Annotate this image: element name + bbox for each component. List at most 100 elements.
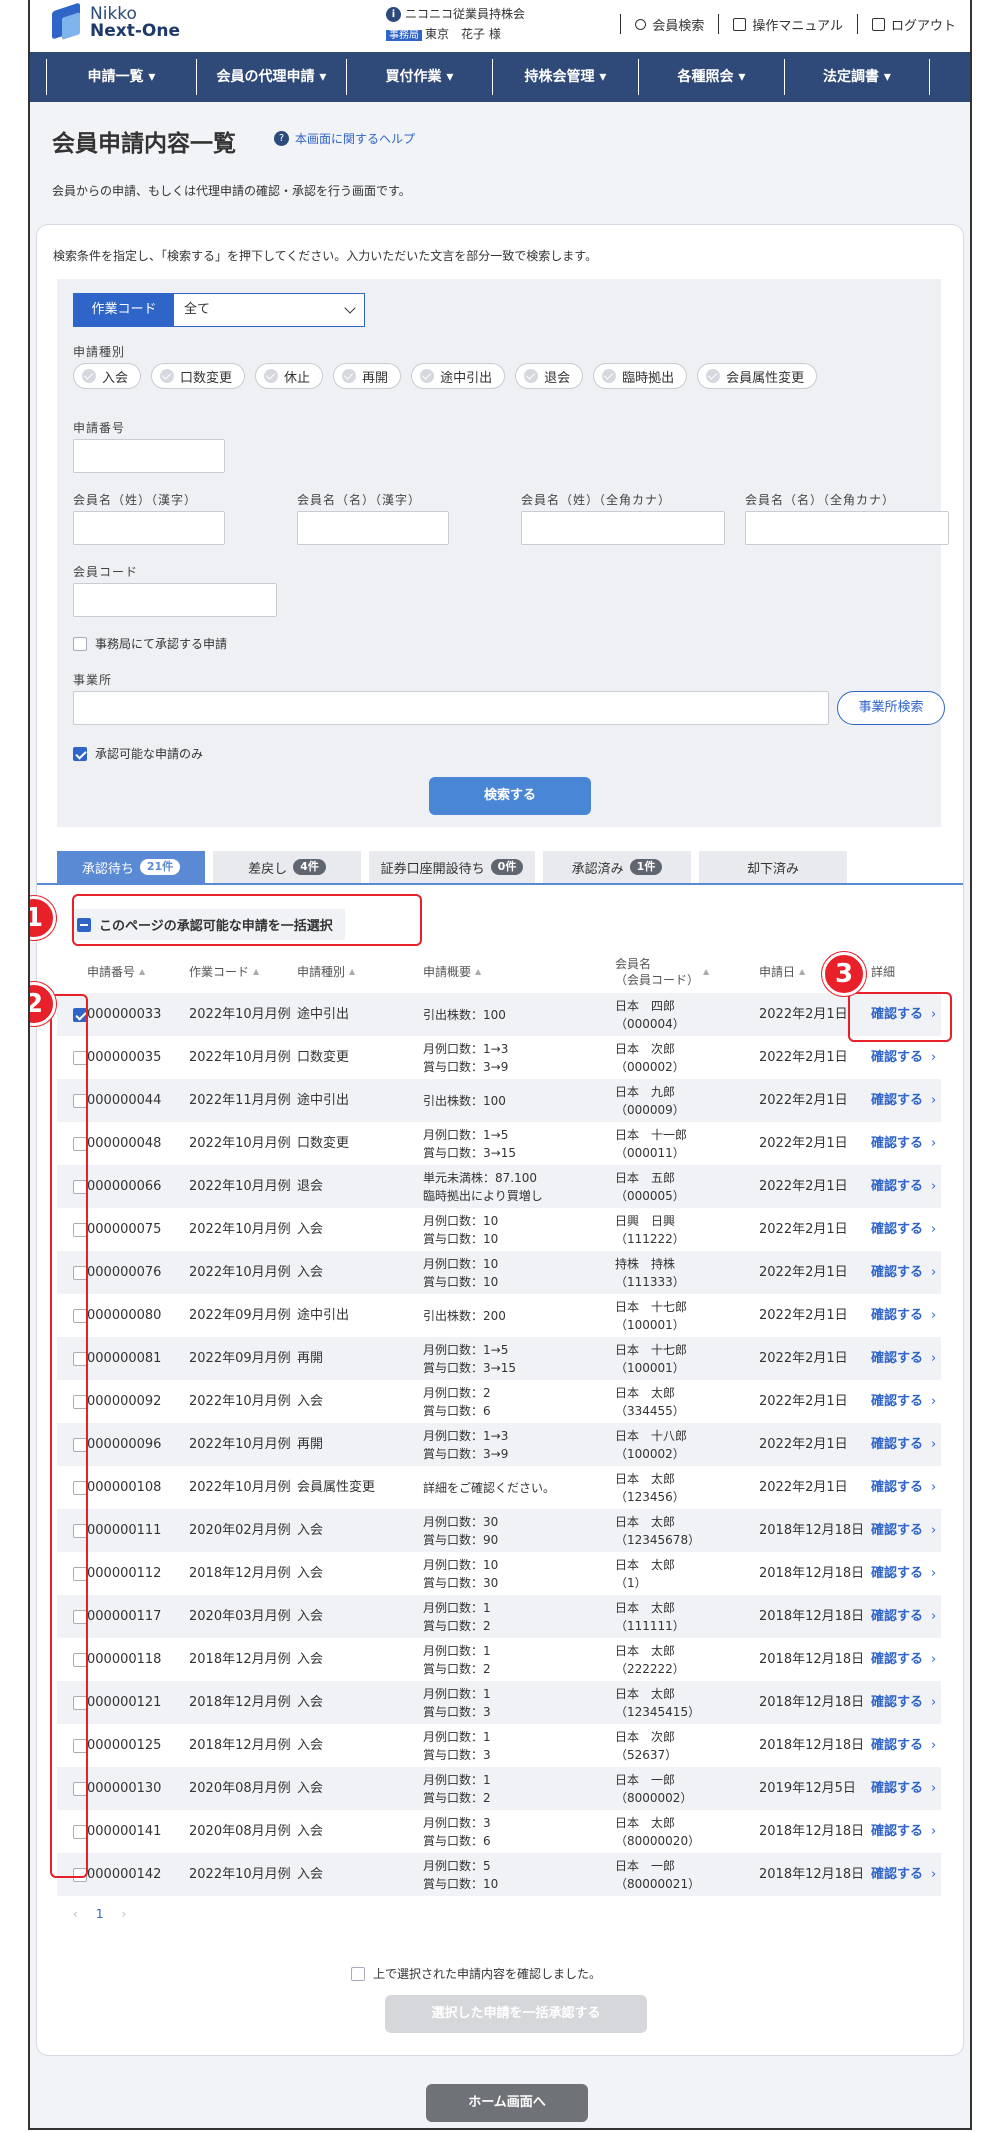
app-type-cell: 再開 (297, 1423, 323, 1466)
member-cell: 日本 太郎 （123456） (615, 1466, 685, 1509)
member-code: （000005） (615, 1188, 685, 1203)
confirm-detail-link[interactable]: 確認する › (871, 1165, 936, 1208)
sort-icon: ▲ (253, 967, 260, 976)
first-kana-input[interactable] (745, 511, 949, 545)
first-kanji-input[interactable] (297, 511, 449, 545)
app-type-chip[interactable]: 休止 (255, 363, 324, 389)
confirm-detail-link[interactable]: 確認する › (871, 1810, 936, 1853)
app-type-chip[interactable]: 退会 (515, 363, 584, 389)
confirm-detail-link[interactable]: 確認する › (871, 1767, 936, 1810)
member-code: （123456） (615, 1489, 685, 1504)
home-button[interactable]: ホーム画面へ (426, 2084, 588, 2122)
app-type-chip[interactable]: 会員属性変更 (697, 363, 818, 389)
member-name: 日本 十七郎 (615, 1342, 688, 1357)
nav-proxy-application[interactable]: 会員の代理申請 ▾ (196, 59, 346, 95)
confirm-detail-link[interactable]: 確認する › (871, 1423, 936, 1466)
app-number-input[interactable] (73, 439, 225, 473)
tab-returned[interactable]: 差戻し 4件 (213, 851, 361, 883)
chevron-right-icon: › (931, 1823, 937, 1839)
app-number: 000000108 (87, 1479, 162, 1495)
work-code: 2020年03月月例 (189, 1608, 291, 1624)
help-link[interactable]: ? 本画面に関するヘルプ (274, 130, 415, 147)
logo[interactable]: Nikko Next-One (52, 2, 180, 40)
col-app-number[interactable]: 申請番号 ▲ (87, 951, 145, 993)
app-type-chip[interactable]: 口数変更 (151, 363, 246, 389)
check-icon (706, 369, 721, 383)
office-search-button[interactable]: 事業所検索 (837, 691, 945, 725)
confirm-detail-link[interactable]: 確認する › (871, 1208, 936, 1251)
nav-purchase-work[interactable]: 買付作業 ▾ (346, 59, 492, 95)
work-code-select[interactable]: 作業コード 全て (73, 293, 365, 327)
page-number[interactable]: 1 (96, 1907, 104, 1921)
nav-association-management[interactable]: 持株会管理 ▾ (492, 59, 638, 95)
app-type-cell: 途中引出 (297, 1079, 349, 1122)
annotation-box-bulk (72, 894, 422, 946)
confirm-detail-link[interactable]: 確認する › (871, 1337, 936, 1380)
col-member[interactable]: 会員名 （会員コード） ▲ (615, 951, 709, 993)
app-number: 000000111 (87, 1522, 162, 1538)
manual-link[interactable]: 操作マニュアル (733, 15, 843, 34)
confirm-detail-link[interactable]: 確認する › (871, 1638, 936, 1681)
tab-approved[interactable]: 承認済み 1件 (543, 851, 691, 883)
tab-account-opening[interactable]: 証券口座開設待ち 0件 (369, 851, 535, 883)
table-row: 000000096 2022年10月月例 再開 月例口数：1→3 賞与口数：3→9 日本 … (57, 1423, 941, 1466)
app-type-chip[interactable]: 入会 (73, 363, 142, 389)
table-row: 000000130 2020年08月月例 入会 月例口数：1 賞与口数：2 日本 一郎 （8… (57, 1767, 941, 1810)
col-work-code[interactable]: 作業コード ▲ (189, 951, 259, 993)
member-name: 日本 太郎 (615, 1815, 676, 1830)
table-row: 000000117 2020年03月月例 入会 月例口数：1 賞与口数：2 日本 太郎 （1… (57, 1595, 941, 1638)
summary-line: 引出株数：100 (423, 1093, 506, 1108)
office-approve-checkbox[interactable] (73, 636, 87, 651)
confirm-detail-link[interactable]: 確認する › (871, 1681, 936, 1724)
member-name: 日本 十一郎 (615, 1127, 688, 1142)
office-input[interactable] (73, 691, 829, 725)
confirm-detail-link[interactable]: 確認する › (871, 1509, 936, 1552)
confirm-detail-link[interactable]: 確認する › (871, 1595, 936, 1638)
app-type-chip[interactable]: 途中引出 (411, 363, 506, 389)
member-code: （100001） (615, 1317, 685, 1332)
last-kana-input[interactable] (521, 511, 725, 545)
col-app-type[interactable]: 申請種別 ▲ (297, 951, 355, 993)
confirm-checkbox[interactable] (351, 1966, 365, 1981)
confirm-detail-link[interactable]: 確認する › (871, 1036, 936, 1079)
member-search-link[interactable]: 会員検索 (635, 15, 704, 34)
table-row: 000000108 2022年10月月例 会員属性変更 詳細をご確認ください。 日本 太… (57, 1466, 941, 1509)
member-code-input[interactable] (73, 583, 277, 617)
confirm-detail-link[interactable]: 確認する › (871, 1079, 936, 1122)
col-summary[interactable]: 申請概要 ▲ (423, 951, 481, 993)
confirm-detail-link[interactable]: 確認する › (871, 1294, 936, 1337)
table-row: 000000141 2020年08月月例 入会 月例口数：3 賞与口数：6 日本 太郎 （8… (57, 1810, 941, 1853)
table-row: 000000075 2022年10月月例 入会 月例口数：10 賞与口数：10 日興 日興… (57, 1208, 941, 1251)
confirm-detail-link[interactable]: 確認する › (871, 1251, 936, 1294)
status-tabs: 承認待ち 21件 差戻し 4件 証券口座開設待ち 0件 承認済み 1件 却下済み (57, 851, 847, 883)
confirm-detail-link[interactable]: 確認する › (871, 1552, 936, 1595)
work-code-cell: 2022年10月月例 (189, 1853, 293, 1896)
nav-statutory-reports[interactable]: 法定調書 ▾ (784, 59, 930, 95)
approvable-only-checkbox[interactable] (73, 746, 87, 761)
prev-page-icon[interactable]: ‹ (73, 1907, 78, 1921)
app-type: 口数変更 (297, 1049, 350, 1065)
confirm-detail-link[interactable]: 確認する › (871, 1122, 936, 1165)
nav-applications[interactable]: 申請一覧 ▾ (46, 59, 196, 95)
search-panel: 作業コード 全て 申請種別 入会 口数変更 休止 再開 途中引出 退会 臨時拠出 会員属性変更… (57, 279, 949, 827)
bulk-approve-button[interactable]: 選択した申請を一括承認する (385, 1995, 647, 2033)
work-code-label: 作業コード (74, 294, 174, 326)
confirm-detail-link[interactable]: 確認する › (871, 1853, 936, 1896)
col-date[interactable]: 申請日 ▲ (759, 951, 805, 993)
tab-pending[interactable]: 承認待ち 21件 (57, 851, 205, 883)
page-title: 会員申請内容一覧 (52, 131, 236, 157)
confirm-detail-link[interactable]: 確認する › (871, 1724, 936, 1767)
app-type-chip[interactable]: 臨時拠出 (593, 363, 688, 389)
tab-rejected[interactable]: 却下済み (699, 851, 847, 883)
confirm-detail-link[interactable]: 確認する › (871, 1466, 936, 1509)
search-button[interactable]: 検索する (429, 777, 591, 815)
last-kanji-input[interactable] (73, 511, 225, 545)
nav-inquiries[interactable]: 各種照会 ▾ (638, 59, 784, 95)
next-page-icon[interactable]: › (121, 1907, 126, 1921)
logout-link[interactable]: ログアウト (871, 15, 956, 34)
summary-line: 賞与口数：30 (423, 1575, 499, 1590)
app-number: 000000141 (87, 1823, 162, 1839)
manual-icon (733, 17, 747, 31)
app-type-chip[interactable]: 再開 (333, 363, 402, 389)
confirm-detail-link[interactable]: 確認する › (871, 1380, 936, 1423)
